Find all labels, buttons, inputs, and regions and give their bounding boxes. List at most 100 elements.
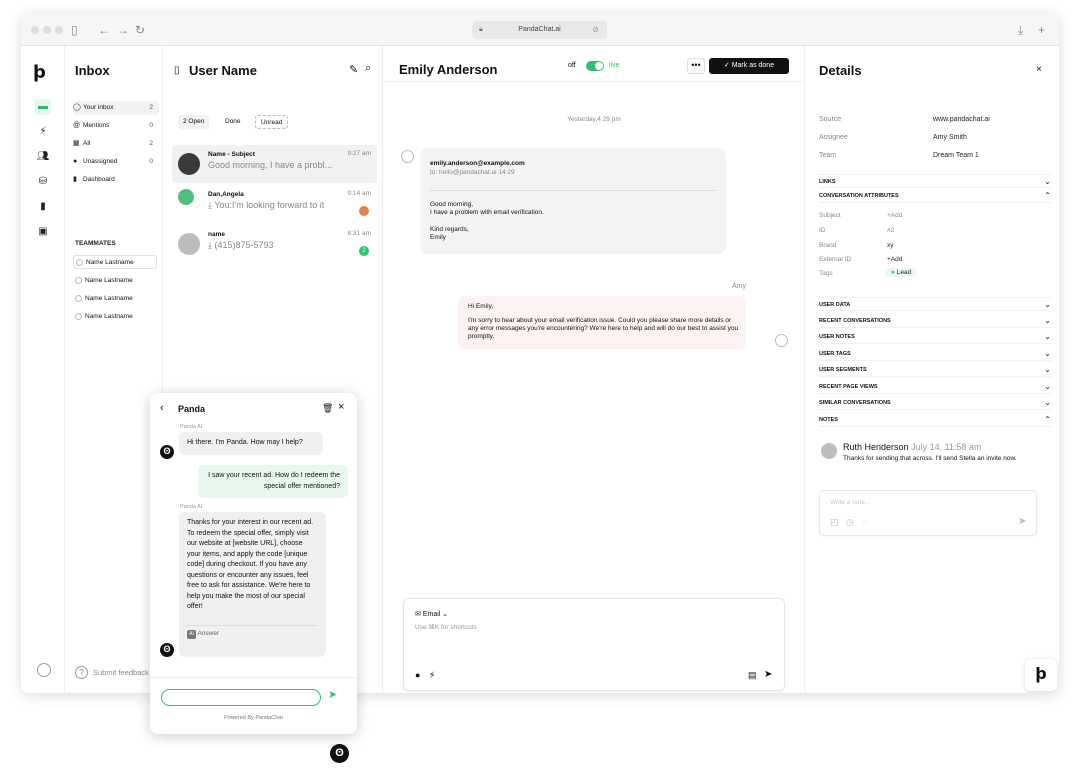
- answer-source[interactable]: AI Answer: [187, 629, 219, 640]
- conversation-item[interactable]: Name - Subject Good morning, I have a pr…: [172, 145, 377, 183]
- inbox-item-your-inbox[interactable]: ◯ Your inbox 2: [73, 101, 159, 115]
- section-recent-page-views[interactable]: RECENT PAGE VIEWS ⌄: [819, 380, 1051, 394]
- section-user-notes[interactable]: USER NOTES ⌄: [819, 330, 1051, 344]
- teammate-item[interactable]: Name Lastname: [73, 274, 157, 288]
- back-button[interactable]: ←: [98, 21, 110, 39]
- conversation-item[interactable]: name ⤓ (415)875-5793 8:31 am 2: [172, 225, 377, 263]
- close-icon[interactable]: ×: [338, 401, 344, 413]
- inbox-item-unassigned[interactable]: ● Unassigned 0: [73, 155, 159, 169]
- maximize-window-dot[interactable]: [55, 26, 63, 34]
- filter-done[interactable]: Done: [220, 115, 246, 129]
- search-icon[interactable]: ⌕: [365, 62, 371, 75]
- browser-toolbar: ▯ ← → ↻ 🔒︎ PandaChat.ai ⊘ ⤓ +: [21, 14, 1059, 46]
- inbox-item-label: Unassigned: [83, 158, 118, 165]
- attr-value[interactable]: xy: [887, 242, 894, 249]
- section-links[interactable]: LINKS ⌄: [819, 174, 1051, 188]
- widget-launcher-button[interactable]: ʘ: [330, 744, 349, 763]
- sidebar-toggle-icon[interactable]: ▯: [71, 21, 78, 39]
- chat-panel: Emily Anderson off live ••• ✓ Mark as do…: [383, 46, 805, 693]
- inbox-item-all[interactable]: ▦ All 2: [73, 137, 159, 151]
- teammate-item[interactable]: Name Lastname: [73, 292, 157, 306]
- address-bar[interactable]: 🔒︎ PandaChat.ai ⊘: [472, 21, 607, 39]
- section-user-segments[interactable]: USER SEGMENTS ⌄: [819, 363, 1051, 377]
- teammate-name: Name Lastname: [85, 313, 133, 320]
- reply-body: I'm sorry to hear about your email verif…: [468, 317, 739, 340]
- section-recent-conversations[interactable]: RECENT CONVERSATIONS ⌄: [819, 314, 1051, 328]
- clock-icon[interactable]: ◷: [846, 517, 854, 528]
- section-label: USER DATA: [819, 302, 851, 308]
- download-button[interactable]: ⤓: [1018, 21, 1023, 39]
- minimize-window-dot[interactable]: [43, 26, 51, 34]
- new-tab-button[interactable]: +: [1038, 21, 1045, 39]
- email-line: I have a problem with email verification…: [430, 209, 544, 216]
- template-icon[interactable]: ▤: [748, 670, 757, 681]
- note-input[interactable]: Write a note... ◰ ◷ ◌ ➤: [819, 490, 1037, 536]
- send-icon[interactable]: ➤: [328, 688, 337, 701]
- emoji-icon[interactable]: ●: [415, 670, 420, 680]
- agent-avatar: [775, 334, 788, 347]
- section-conversation-attributes[interactable]: CONVERSATION ATTRIBUTES ⌃: [819, 189, 1051, 203]
- profile-avatar[interactable]: [37, 663, 51, 677]
- more-options-button[interactable]: •••: [687, 58, 705, 74]
- attr-key: Brand: [819, 242, 837, 249]
- close-window-dot[interactable]: [31, 26, 39, 34]
- mark-as-done-button[interactable]: ✓ Mark as done: [709, 58, 789, 74]
- email-line: Kind regards,: [430, 226, 469, 233]
- panel-icon[interactable]: ▯: [174, 65, 180, 76]
- section-similar-conversations[interactable]: SIMILAR CONVERSATIONS ⌄: [819, 396, 1051, 410]
- send-icon[interactable]: ➤: [764, 669, 772, 680]
- teammate-item[interactable]: Name Lastname: [73, 255, 157, 269]
- chevron-down-icon: ⌄: [1044, 332, 1051, 341]
- inbox-item-count: 2: [149, 104, 153, 111]
- back-arrow-icon[interactable]: ‹: [160, 402, 164, 414]
- channel-selector[interactable]: ✉ Email ⌄: [415, 610, 448, 618]
- inbox-nav-icon[interactable]: ▬: [35, 99, 51, 115]
- detail-value[interactable]: Dream Team 1: [933, 152, 979, 159]
- filter-unread[interactable]: Unread: [255, 115, 289, 129]
- share-icon[interactable]: ⊘: [592, 21, 599, 39]
- reports-nav-icon[interactable]: ▮: [35, 199, 51, 215]
- reload-button[interactable]: ↻: [135, 21, 145, 39]
- bot-nav-icon[interactable]: ▣: [35, 224, 51, 240]
- grid-icon: ▦: [73, 140, 80, 147]
- live-on-label: live: [609, 62, 620, 69]
- chevron-down-icon: ⌄: [440, 611, 449, 618]
- section-notes[interactable]: NOTES ⌃: [819, 413, 1051, 427]
- user-message: I saw your recent ad. How do I redeem th…: [198, 465, 348, 498]
- teammate-item[interactable]: Name Lastname: [73, 310, 157, 324]
- inbox-item-dashboard[interactable]: ▮ Dashboard: [73, 173, 159, 187]
- detail-row: Team Dream Team 1: [819, 152, 1049, 162]
- send-note-icon[interactable]: ➤: [1018, 516, 1026, 527]
- avatar-icon: ◯: [73, 104, 81, 111]
- close-icon[interactable]: ×: [1036, 64, 1042, 75]
- reply-composer[interactable]: ✉ Email ⌄ Use ⌘K for shortcuts ● ⚡︎ ▤ ➤: [403, 598, 785, 691]
- compose-icon[interactable]: ✎: [349, 63, 358, 76]
- bolt-icon[interactable]: ⚡︎: [429, 670, 435, 681]
- comment-icon[interactable]: ◌: [862, 517, 867, 527]
- attach-icon[interactable]: ◰: [830, 517, 839, 528]
- submit-feedback-link[interactable]: ? Submit feedback: [75, 666, 149, 679]
- note-date: July 14, 11:58 am: [911, 442, 982, 452]
- detail-value[interactable]: www.pandachat.ai: [933, 116, 990, 123]
- forward-button[interactable]: →: [117, 21, 129, 39]
- inbox-item-mentions[interactable]: @ Mentions 0: [73, 119, 159, 133]
- pandachat-logo[interactable]: ϸ: [33, 62, 46, 83]
- attr-value[interactable]: +Add: [887, 212, 902, 219]
- chat-widget: ‹ Panda 🗑︎ × Panda AI Hi there. I'm Pand…: [150, 393, 357, 734]
- filter-open[interactable]: 2 Open: [178, 115, 210, 129]
- bot-avatar-icon: ʘ: [160, 445, 174, 459]
- pandachat-fab[interactable]: ϸ: [1025, 659, 1057, 691]
- bolt-nav-icon[interactable]: ⚡︎: [35, 124, 51, 140]
- widget-message-input[interactable]: [161, 689, 321, 706]
- detail-row: Source www.pandachat.ai: [819, 116, 1049, 126]
- trash-icon[interactable]: 🗑︎: [322, 403, 333, 414]
- lead-tag[interactable]: ● Lead: [885, 268, 918, 277]
- section-user-data[interactable]: USER DATA ⌄: [819, 297, 1051, 311]
- attr-value[interactable]: +Add: [887, 256, 902, 263]
- conversation-item[interactable]: Dan,Angela ⤓ You:I'm looking forward to …: [172, 185, 377, 223]
- detail-value[interactable]: Amy Smith: [933, 134, 967, 141]
- database-nav-icon[interactable]: ⛁: [35, 174, 51, 190]
- contacts-nav-icon[interactable]: 👥︎: [35, 149, 51, 165]
- section-user-tags[interactable]: USER TAGS ⌄: [819, 347, 1051, 361]
- live-toggle[interactable]: [586, 61, 604, 71]
